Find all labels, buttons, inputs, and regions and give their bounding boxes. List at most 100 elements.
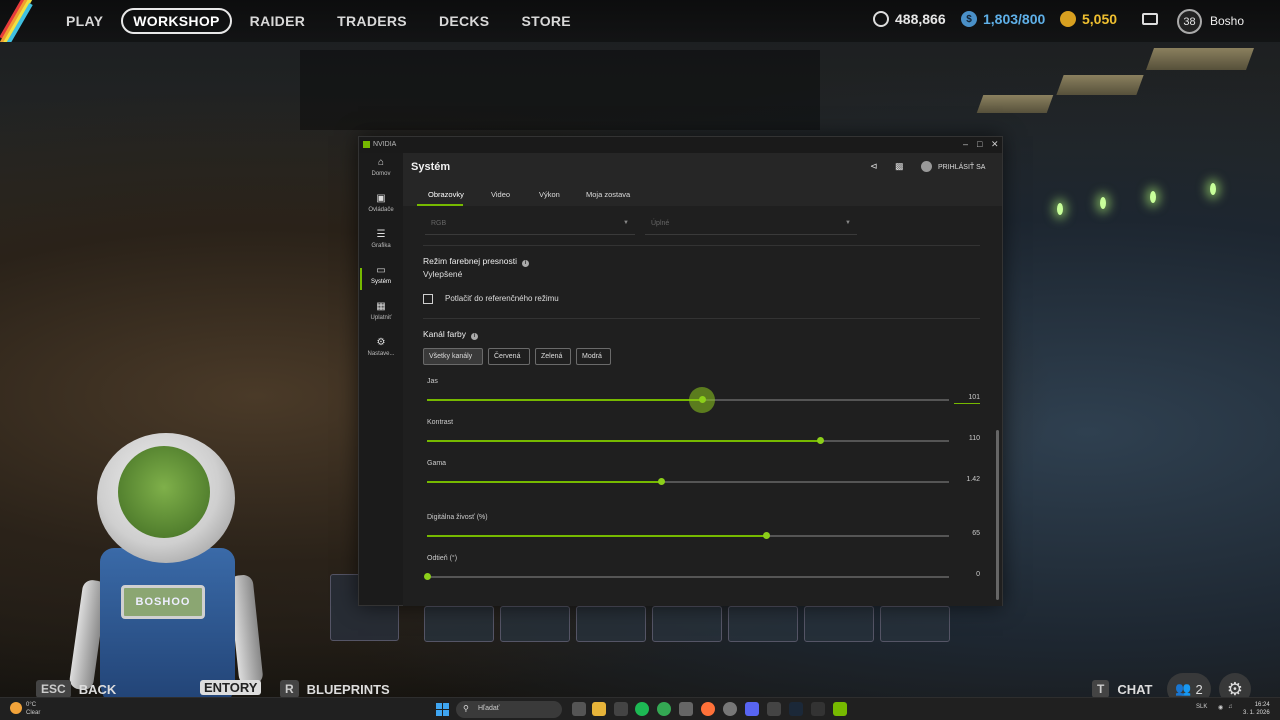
back-label: BACK bbox=[78, 681, 117, 697]
channel-green-button[interactable]: Zelená bbox=[535, 348, 571, 365]
content-scrollbar[interactable] bbox=[996, 430, 999, 600]
weather-desc: Clear bbox=[26, 710, 41, 716]
sidebar-item-drivers[interactable]: ▣ Ovládače bbox=[359, 193, 403, 223]
sidebar-item-graphics[interactable]: ☰ Grafika bbox=[359, 229, 403, 259]
section-divider bbox=[423, 318, 980, 319]
mail-icon[interactable] bbox=[1142, 13, 1158, 25]
color-format-dropdown[interactable]: RGB ▼ bbox=[425, 213, 635, 235]
sliders-icon: ☰ bbox=[376, 229, 386, 240]
windows-start-icon[interactable] bbox=[436, 703, 449, 716]
nav-traders[interactable]: TRADERS bbox=[323, 8, 421, 34]
back-hint[interactable]: ESC BACK bbox=[36, 680, 116, 698]
chrome-icon[interactable] bbox=[657, 702, 671, 716]
dynamic-range-dropdown[interactable]: Úplné ▼ bbox=[645, 213, 857, 235]
info-icon[interactable]: i bbox=[471, 333, 478, 340]
game-top-bar: PLAY WORKSHOP RAIDER TRADERS DECKS STORE… bbox=[0, 0, 1280, 42]
slider-value-input[interactable]: 65 bbox=[954, 530, 980, 539]
app-icon[interactable] bbox=[767, 702, 781, 716]
sidebar-item-redeem[interactable]: ▦ Uplatniť bbox=[359, 301, 403, 331]
volume-icon[interactable]: ♫ bbox=[1228, 704, 1233, 710]
blueprints-hint[interactable]: R BLUEPRINTS bbox=[280, 680, 390, 698]
item-slot[interactable] bbox=[804, 606, 874, 642]
maximize-icon[interactable]: □ bbox=[977, 139, 982, 149]
reference-mode-checkbox[interactable] bbox=[423, 294, 433, 304]
hanging-light bbox=[1057, 203, 1063, 215]
inventory-hint[interactable]: ENTORY bbox=[200, 680, 262, 695]
spotify-icon[interactable] bbox=[635, 702, 649, 716]
wifi-icon[interactable]: ◉ bbox=[1218, 704, 1223, 711]
slider-track[interactable] bbox=[427, 478, 949, 485]
app-icon[interactable] bbox=[614, 702, 628, 716]
tab-video[interactable]: Video bbox=[491, 190, 510, 199]
page-title: Systém bbox=[411, 161, 451, 173]
sidebar-item-system[interactable]: ▭ Systém bbox=[359, 265, 403, 295]
inventory-label: ENTORY bbox=[200, 680, 262, 695]
app-title: NVIDIA bbox=[373, 141, 397, 148]
tab-my-rig[interactable]: Moja zostava bbox=[586, 190, 630, 199]
discord-icon[interactable] bbox=[745, 702, 759, 716]
app-icon[interactable] bbox=[723, 702, 737, 716]
tab-performance[interactable]: Výkon bbox=[539, 190, 560, 199]
user-avatar-icon[interactable] bbox=[921, 161, 932, 172]
slider-track[interactable] bbox=[423, 573, 949, 580]
sidebar-item-settings[interactable]: ⚙ Nastave... bbox=[359, 337, 403, 367]
slider-knob[interactable] bbox=[816, 437, 824, 444]
slider-label: Jas bbox=[427, 378, 438, 385]
task-view-icon[interactable] bbox=[572, 702, 586, 716]
app-icon[interactable] bbox=[679, 702, 693, 716]
close-icon[interactable]: ✕ bbox=[991, 139, 999, 150]
nav-play[interactable]: PLAY bbox=[52, 8, 117, 34]
item-slot[interactable] bbox=[728, 606, 798, 642]
nav-workshop[interactable]: WORKSHOP bbox=[121, 8, 232, 34]
slider-knob[interactable] bbox=[762, 532, 770, 539]
channel-red-button[interactable]: Červená bbox=[488, 348, 530, 365]
storage-counter: $ 1,803/800 bbox=[961, 11, 1045, 27]
channel-blue-button[interactable]: Modrá bbox=[576, 348, 611, 365]
steam-icon[interactable] bbox=[789, 702, 803, 716]
info-icon[interactable]: i bbox=[522, 260, 530, 267]
language-indicator[interactable]: SLK bbox=[1196, 704, 1207, 710]
slider-knob[interactable] bbox=[423, 573, 431, 580]
share-icon[interactable]: ⊲ bbox=[870, 161, 878, 172]
item-slot[interactable] bbox=[500, 606, 570, 642]
nav-raider[interactable]: RAIDER bbox=[236, 8, 319, 34]
weather-widget[interactable]: 0°C Clear bbox=[26, 701, 40, 717]
storage-value: 1,803/800 bbox=[983, 11, 1046, 27]
username[interactable]: Bosho bbox=[1210, 14, 1244, 28]
slider-track[interactable] bbox=[427, 387, 949, 413]
item-slot[interactable] bbox=[576, 606, 646, 642]
item-slot[interactable] bbox=[880, 606, 950, 642]
nav-store[interactable]: STORE bbox=[507, 8, 584, 34]
main-nav: PLAY WORKSHOP RAIDER TRADERS DECKS STORE bbox=[52, 8, 589, 34]
app-icon[interactable] bbox=[811, 702, 825, 716]
taskbar-clock[interactable]: 16:24 3. 1. 2026 bbox=[1243, 701, 1270, 717]
login-button[interactable]: PRIHLÁSIŤ SA bbox=[938, 164, 985, 171]
feedback-icon[interactable]: ▩ bbox=[895, 161, 904, 172]
channel-all-button[interactable]: Všetky kanály bbox=[423, 348, 483, 365]
sidebar-item-home[interactable]: ⌂ Domov bbox=[359, 157, 403, 187]
slider-track[interactable] bbox=[427, 437, 949, 444]
slider-knob[interactable] bbox=[657, 478, 665, 485]
slider-track[interactable] bbox=[427, 532, 949, 539]
slider-value-input[interactable]: 0 bbox=[954, 571, 980, 580]
taskbar-search[interactable]: ⚲ Hľadať bbox=[456, 701, 562, 718]
file-explorer-icon[interactable] bbox=[592, 702, 606, 716]
slider-label: Odtieň (°) bbox=[427, 555, 458, 562]
slider-label: Kontrast bbox=[427, 419, 454, 426]
gift-icon: ▦ bbox=[376, 301, 386, 312]
slider-value-input[interactable]: 110 bbox=[954, 435, 980, 444]
slider-value-input[interactable]: 1.42 bbox=[954, 476, 980, 485]
nvidia-taskbar-icon[interactable] bbox=[833, 702, 847, 716]
tab-displays[interactable]: Obrazovky bbox=[428, 190, 464, 199]
gear-icon: ⚙ bbox=[376, 337, 386, 348]
nav-decks[interactable]: DECKS bbox=[425, 8, 504, 34]
slider-value-input[interactable]: 101 bbox=[954, 394, 980, 404]
slider-knob[interactable] bbox=[698, 396, 706, 403]
item-slot[interactable] bbox=[424, 606, 494, 642]
chat-hint[interactable]: T CHAT bbox=[1092, 680, 1152, 698]
r-keycap: R bbox=[280, 680, 299, 698]
item-slot[interactable] bbox=[652, 606, 722, 642]
slider-fill bbox=[427, 440, 820, 442]
firefox-icon[interactable] bbox=[701, 702, 715, 716]
minimize-icon[interactable]: – bbox=[963, 139, 968, 149]
